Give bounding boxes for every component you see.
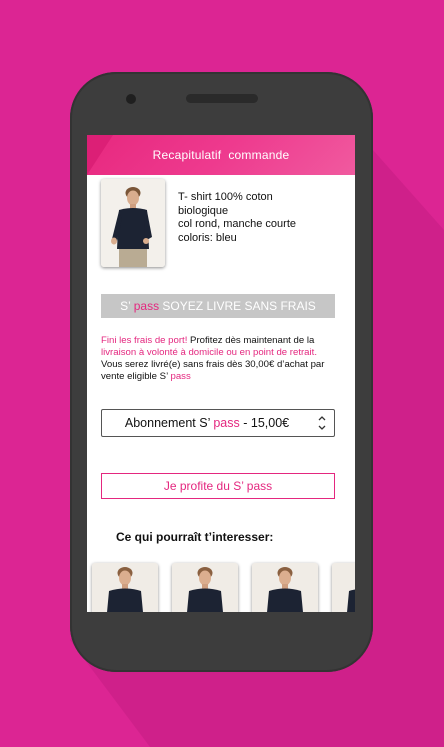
- app-screen: Recapitulatif commande T- shirt 100% cot…: [87, 135, 355, 612]
- product-image[interactable]: [101, 179, 165, 267]
- promo-pass-word: pass: [170, 371, 191, 382]
- product-line: coloris: bleu: [178, 231, 237, 244]
- recommendations-list: [92, 563, 355, 612]
- banner-suffix: SOYEZ LIVRE SANS FRAIS: [159, 299, 316, 313]
- model-photo-icon: [172, 563, 238, 612]
- tshirt-model-icon: [101, 179, 165, 267]
- recommendations-title: Ce qui pourraît t’interesser:: [116, 530, 274, 544]
- product-line: biologique: [178, 204, 229, 217]
- select-suffix: - 15,00€: [239, 416, 290, 430]
- page-title: Recapitulatif commande: [152, 148, 290, 162]
- model-photo-icon: [92, 563, 158, 612]
- recommendation-item[interactable]: [92, 563, 158, 612]
- select-pass-word: pass: [213, 416, 240, 430]
- promo-headline: Fini les frais de port!: [101, 335, 188, 346]
- banner-pass-word: pass: [133, 299, 160, 313]
- recommendation-item[interactable]: [252, 563, 318, 612]
- speaker-grille: [186, 94, 258, 103]
- product-line: col rond, manche courte: [178, 218, 297, 230]
- product-line: T- shirt 100% coton: [178, 191, 273, 203]
- model-photo-icon: [252, 563, 318, 612]
- promo-text: Fini les frais de port! Profitez dès mai…: [101, 335, 351, 383]
- model-photo-icon: [332, 563, 355, 612]
- subscription-select[interactable]: Abonnement S’ pass - 15,00€: [101, 409, 335, 437]
- spass-banner: S’ pass SOYEZ LIVRE SANS FRAIS: [101, 294, 335, 318]
- promo-text-part: Profitez dès maintenant de la: [187, 335, 315, 346]
- profit-spass-button[interactable]: Je profite du S’ pass: [101, 473, 335, 499]
- front-camera-icon: [126, 94, 136, 104]
- banner-prefix: S’: [120, 299, 134, 313]
- promo-delivery-text: livraison à volonté à domicile ou en poi…: [101, 347, 317, 358]
- promo-text-part: Vous serez livré(e) sans frais dès 30,00…: [101, 359, 325, 370]
- select-prefix: Abonnement S’: [124, 416, 214, 430]
- product-description: T- shirt 100% coton biologique col rond,…: [178, 191, 348, 245]
- phone-frame: Recapitulatif commande T- shirt 100% cot…: [70, 72, 373, 672]
- recommendation-item[interactable]: [172, 563, 238, 612]
- subscription-select-value: Abonnement S’ pass - 15,00€: [102, 410, 312, 436]
- recommendation-item[interactable]: [332, 563, 355, 612]
- header-bar: Recapitulatif commande: [87, 135, 355, 175]
- up-down-chevron-icon[interactable]: [317, 414, 327, 432]
- promo-text-part: vente eligible S’: [101, 371, 171, 382]
